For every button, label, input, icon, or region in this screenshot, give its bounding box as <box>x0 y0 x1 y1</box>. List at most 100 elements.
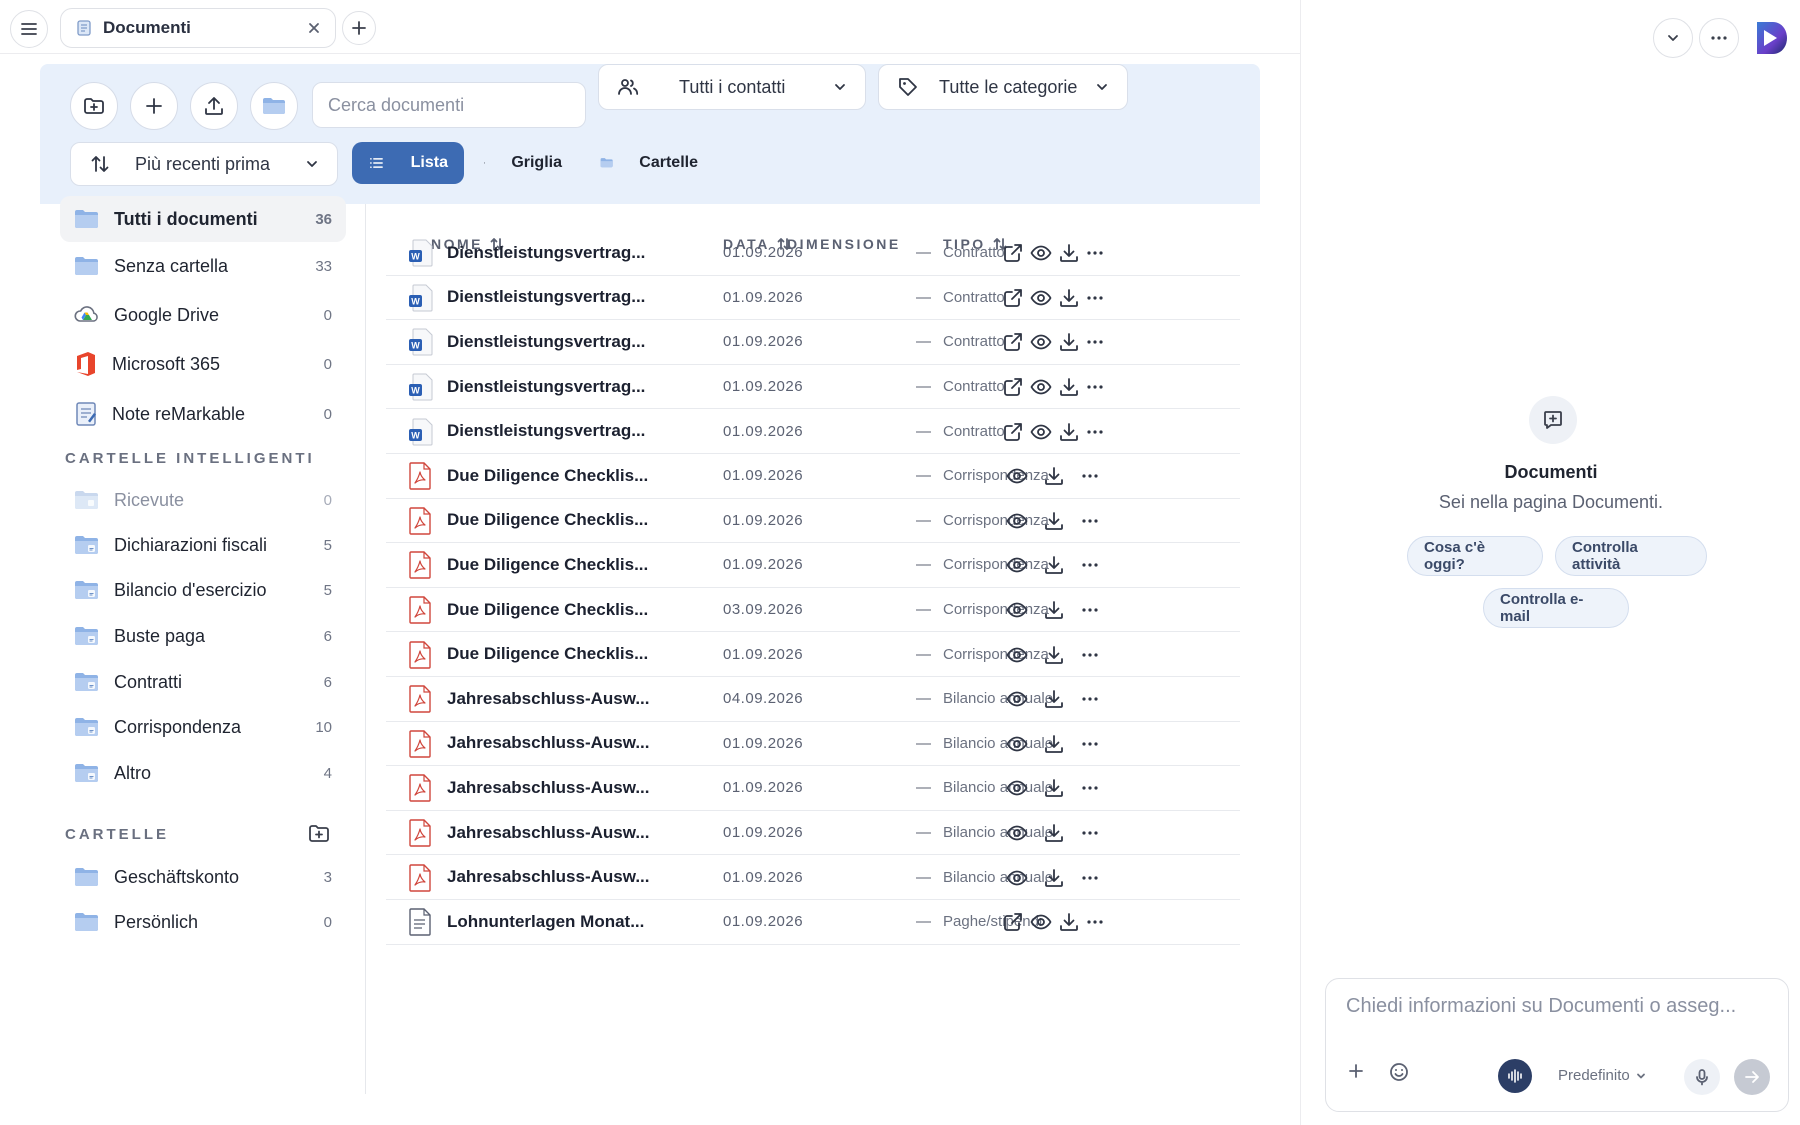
view-grid-button[interactable]: Griglia <box>468 142 578 184</box>
preview-button[interactable] <box>1006 644 1028 666</box>
open-external-button[interactable] <box>1002 421 1024 443</box>
view-folders-button[interactable]: Cartelle <box>584 142 714 184</box>
table-row[interactable]: W Dienstleistungsvertrag... 01.09.2026 — Con… <box>386 320 1240 365</box>
view-list-button[interactable]: Lista <box>352 142 464 184</box>
more-actions-button[interactable] <box>1086 339 1104 345</box>
more-actions-button[interactable] <box>1081 696 1099 702</box>
table-row[interactable]: W Dienstleistungsvertrag... 01.09.2026 — Con… <box>386 276 1240 321</box>
preview-button[interactable] <box>1006 465 1028 487</box>
voice-mode-button[interactable] <box>1498 1059 1532 1093</box>
sidebar-item[interactable]: Google Drive 0 <box>60 292 346 338</box>
table-row[interactable]: Jahresabschluss-Ausw... 01.09.2026 — Bilanc… <box>386 766 1240 811</box>
download-button[interactable] <box>1058 287 1080 309</box>
send-button[interactable] <box>1734 1059 1770 1095</box>
folders-button[interactable] <box>250 82 298 130</box>
tab-documenti[interactable]: Documenti <box>60 8 336 48</box>
document-name[interactable]: Due Diligence Checklis... <box>447 466 648 486</box>
suggestion-chip-today[interactable]: Cosa c'è oggi? <box>1407 536 1543 576</box>
download-button[interactable] <box>1043 599 1065 621</box>
more-actions-button[interactable] <box>1081 562 1099 568</box>
emoji-button[interactable] <box>1388 1061 1410 1083</box>
microphone-button[interactable] <box>1684 1059 1720 1095</box>
document-name[interactable]: Dienstleistungsvertrag... <box>447 332 645 352</box>
more-actions-button[interactable] <box>1081 830 1099 836</box>
more-actions-button[interactable] <box>1081 652 1099 658</box>
search-input[interactable] <box>328 94 570 116</box>
preview-button[interactable] <box>1006 733 1028 755</box>
more-options-button[interactable] <box>1699 18 1739 58</box>
preview-button[interactable] <box>1030 331 1052 353</box>
open-external-button[interactable] <box>1002 911 1024 933</box>
preview-button[interactable] <box>1030 242 1052 264</box>
download-button[interactable] <box>1058 421 1080 443</box>
table-row[interactable]: Due Diligence Checklis... 01.09.2026 — Corr… <box>386 499 1240 544</box>
table-row[interactable]: Due Diligence Checklis... 01.09.2026 — Corr… <box>386 632 1240 677</box>
download-button[interactable] <box>1043 822 1065 844</box>
folder-item[interactable]: Persönlich 0 <box>60 899 346 945</box>
download-button[interactable] <box>1043 644 1065 666</box>
preview-button[interactable] <box>1006 777 1028 799</box>
preview-button[interactable] <box>1006 867 1028 889</box>
table-row[interactable]: Jahresabschluss-Ausw... 01.09.2026 — Bilanc… <box>386 855 1240 900</box>
more-actions-button[interactable] <box>1081 741 1099 747</box>
document-name[interactable]: Due Diligence Checklis... <box>447 555 648 575</box>
more-actions-button[interactable] <box>1086 250 1104 256</box>
smart-folder-item[interactable]: Bilancio d'esercizio 5 <box>60 567 346 613</box>
table-row[interactable]: W Dienstleistungsvertrag... 01.09.2026 — Con… <box>386 231 1240 276</box>
document-name[interactable]: Dienstleistungsvertrag... <box>447 243 645 263</box>
download-button[interactable] <box>1043 867 1065 889</box>
more-actions-button[interactable] <box>1081 607 1099 613</box>
add-document-button[interactable] <box>130 82 178 130</box>
document-name[interactable]: Due Diligence Checklis... <box>447 644 648 664</box>
close-icon[interactable] <box>307 21 321 35</box>
preview-button[interactable] <box>1006 822 1028 844</box>
document-name[interactable]: Jahresabschluss-Ausw... <box>447 867 650 887</box>
new-folder-button[interactable] <box>70 82 118 130</box>
document-name[interactable]: Dienstleistungsvertrag... <box>447 287 645 307</box>
model-select[interactable]: Predefinito <box>1558 1067 1646 1084</box>
folder-item[interactable]: Geschäftskonto 3 <box>60 854 346 900</box>
preview-button[interactable] <box>1006 599 1028 621</box>
table-row[interactable]: W Dienstleistungsvertrag... 01.09.2026 — Con… <box>386 409 1240 454</box>
document-name[interactable]: Due Diligence Checklis... <box>447 510 648 530</box>
preview-button[interactable] <box>1030 911 1052 933</box>
download-button[interactable] <box>1043 554 1065 576</box>
open-external-button[interactable] <box>1002 376 1024 398</box>
suggestion-chip-activity[interactable]: Controlla attività <box>1555 536 1707 576</box>
more-actions-button[interactable] <box>1086 429 1104 435</box>
table-row[interactable]: Lohnunterlagen Monat... 01.09.2026 — Paghe/… <box>386 900 1240 945</box>
upload-button[interactable] <box>190 82 238 130</box>
preview-button[interactable] <box>1006 688 1028 710</box>
document-name[interactable]: Jahresabschluss-Ausw... <box>447 689 650 709</box>
menu-button[interactable] <box>10 10 48 48</box>
table-row[interactable]: Due Diligence Checklis... 01.09.2026 — Corr… <box>386 454 1240 499</box>
table-row[interactable]: Due Diligence Checklis... 03.09.2026 — Corr… <box>386 588 1240 633</box>
open-external-button[interactable] <box>1002 242 1024 264</box>
document-name[interactable]: Lohnunterlagen Monat... <box>447 912 644 932</box>
more-actions-button[interactable] <box>1086 919 1104 925</box>
smart-folder-item[interactable]: Buste paga 6 <box>60 613 346 659</box>
document-name[interactable]: Jahresabschluss-Ausw... <box>447 823 650 843</box>
suggestion-chip-email[interactable]: Controlla e-mail <box>1483 588 1629 628</box>
document-name[interactable]: Due Diligence Checklis... <box>447 600 648 620</box>
categories-filter[interactable]: Tutte le categorie <box>878 64 1128 110</box>
download-button[interactable] <box>1058 376 1080 398</box>
document-name[interactable]: Dienstleistungsvertrag... <box>447 377 645 397</box>
more-actions-button[interactable] <box>1081 785 1099 791</box>
add-folder-button[interactable] <box>308 824 330 844</box>
open-external-button[interactable] <box>1002 287 1024 309</box>
smart-folder-item[interactable]: Contratti 6 <box>60 659 346 705</box>
new-tab-button[interactable] <box>342 11 376 45</box>
download-button[interactable] <box>1043 688 1065 710</box>
preview-button[interactable] <box>1030 287 1052 309</box>
attach-button[interactable] <box>1346 1061 1366 1081</box>
smart-folder-item[interactable]: Ricevute 0 <box>60 477 346 523</box>
download-button[interactable] <box>1043 465 1065 487</box>
sidebar-item[interactable]: Senza cartella 33 <box>60 243 346 289</box>
chat-input[interactable]: Chiedi informazioni su Documenti o asseg… <box>1346 995 1736 1018</box>
more-actions-button[interactable] <box>1081 875 1099 881</box>
contacts-filter[interactable]: Tutti i contatti <box>598 64 866 110</box>
sort-select[interactable]: Più recenti prima <box>70 142 338 186</box>
preview-button[interactable] <box>1006 554 1028 576</box>
more-actions-button[interactable] <box>1081 518 1099 524</box>
